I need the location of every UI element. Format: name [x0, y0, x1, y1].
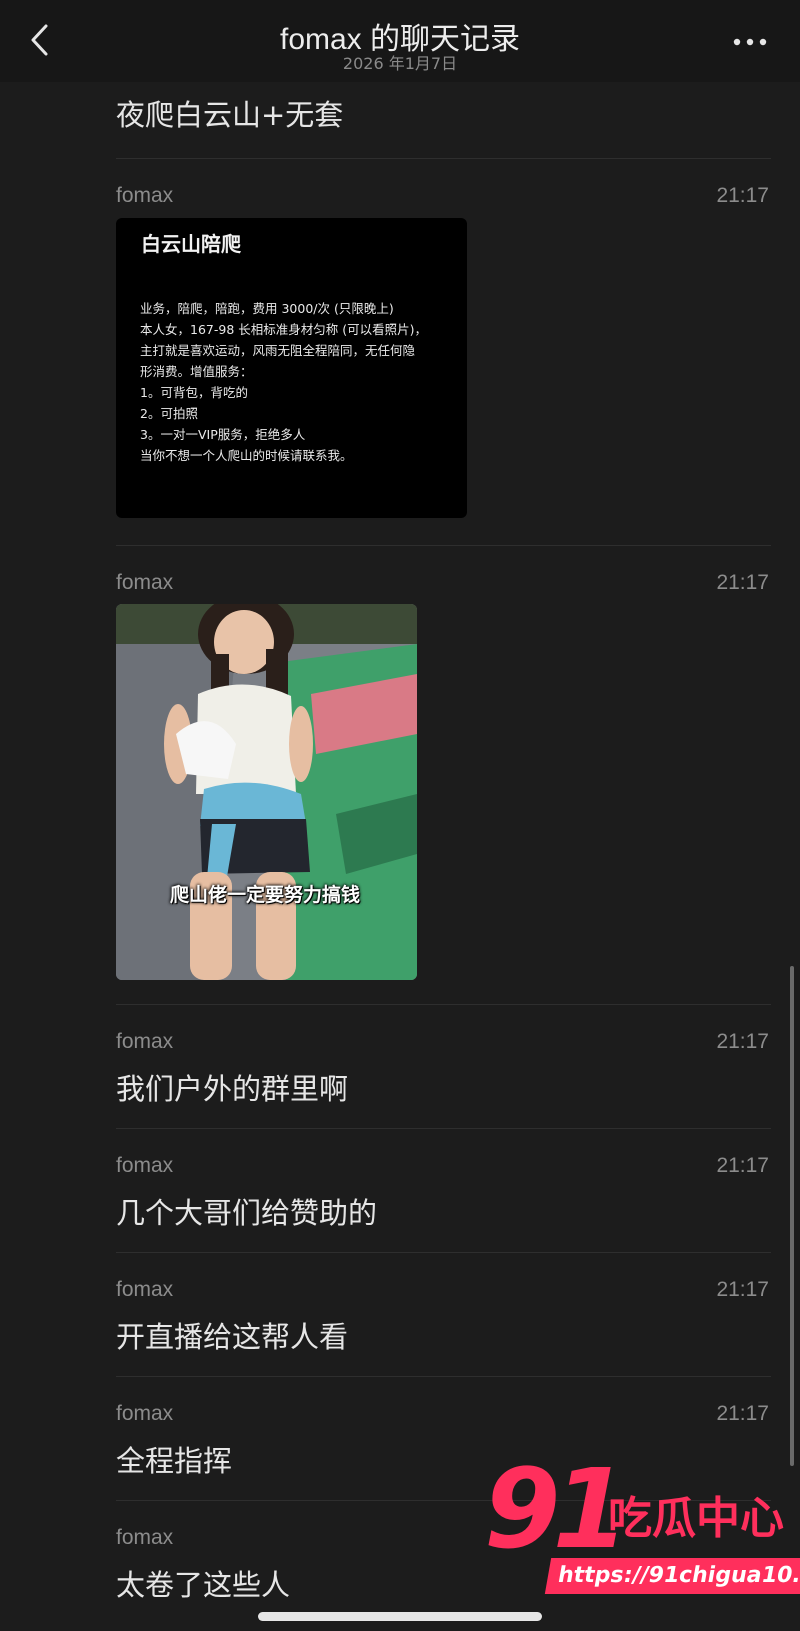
- message-time: 21:17: [716, 1278, 769, 1301]
- home-indicator[interactable]: [258, 1612, 542, 1621]
- message-text: 我们户外的群里啊: [116, 1072, 349, 1106]
- watermark-logo: 91 吃瓜中心 https://91chigua10.com: [480, 1454, 800, 1599]
- card-line: 当你不想一个人爬山的时候请联系我。: [140, 448, 353, 463]
- message-sender: fomax: [116, 1030, 174, 1053]
- message-text: 几个大哥们给赞助的: [116, 1196, 378, 1230]
- card-line: 形消费。增值服务：: [140, 364, 253, 379]
- nav-bar: fomax 的聊天记录 2026 年1月7日: [0, 0, 800, 82]
- scrollbar[interactable]: [790, 966, 794, 1466]
- message-time: 21:17: [716, 184, 769, 207]
- message-photo[interactable]: 爬山佬一定要努力搞钱: [116, 604, 417, 980]
- message-image-card[interactable]: 白云山陪爬 业务，陪爬，陪跑，费用 3000/次 (只限晚上) 本人女，167-…: [116, 218, 467, 518]
- message-sender: fomax: [116, 1402, 174, 1425]
- card-title: 白云山陪爬: [141, 232, 241, 256]
- watermark-number: 91: [484, 1445, 629, 1573]
- message-time: 21:17: [716, 1154, 769, 1177]
- watermark-text: 吃瓜中心: [608, 1493, 784, 1544]
- more-dots-icon: [733, 38, 767, 46]
- card-line: 3。一对一VIP服务，拒绝多人: [140, 427, 306, 442]
- watermark-url: https://91chigua10.com: [544, 1558, 800, 1594]
- message-divider: [116, 1376, 771, 1377]
- more-button[interactable]: [730, 30, 770, 54]
- card-line: 本人女，167-98 长相标准身材匀称 (可以看照片)，: [140, 322, 427, 337]
- card-line: 2。可拍照: [140, 406, 198, 421]
- message-text: 全程指挥: [116, 1444, 233, 1478]
- photo-image: [116, 604, 417, 980]
- message-time: 21:17: [716, 571, 769, 594]
- photo-caption: 爬山佬一定要努力搞钱: [170, 884, 361, 906]
- message-sender: fomax: [116, 571, 174, 594]
- message-text: 开直播给这帮人看: [116, 1320, 349, 1354]
- message-time: 21:17: [716, 1402, 769, 1425]
- message-divider: [116, 545, 771, 546]
- page-subtitle-date: 2026 年1月7日: [342, 54, 458, 73]
- message-time: 21:17: [716, 1030, 769, 1053]
- card-line: 业务，陪爬，陪跑，费用 3000/次 (只限晚上): [140, 301, 394, 316]
- message-divider: [116, 1128, 771, 1129]
- message-divider: [116, 1004, 771, 1005]
- message-sender: fomax: [116, 1526, 174, 1549]
- message-divider: [116, 1252, 771, 1253]
- message-text: 夜爬白云山+无套: [116, 98, 344, 132]
- message-sender: fomax: [116, 184, 174, 207]
- message-sender: fomax: [116, 1154, 174, 1177]
- card-line: 1。可背包，背吃的: [140, 385, 248, 400]
- message-divider: [116, 158, 771, 159]
- card-line: 主打就是喜欢运动，风雨无阻全程陪同，无任何隐: [140, 343, 416, 358]
- message-sender: fomax: [116, 1278, 174, 1301]
- message-text: 太卷了这些人: [116, 1568, 291, 1602]
